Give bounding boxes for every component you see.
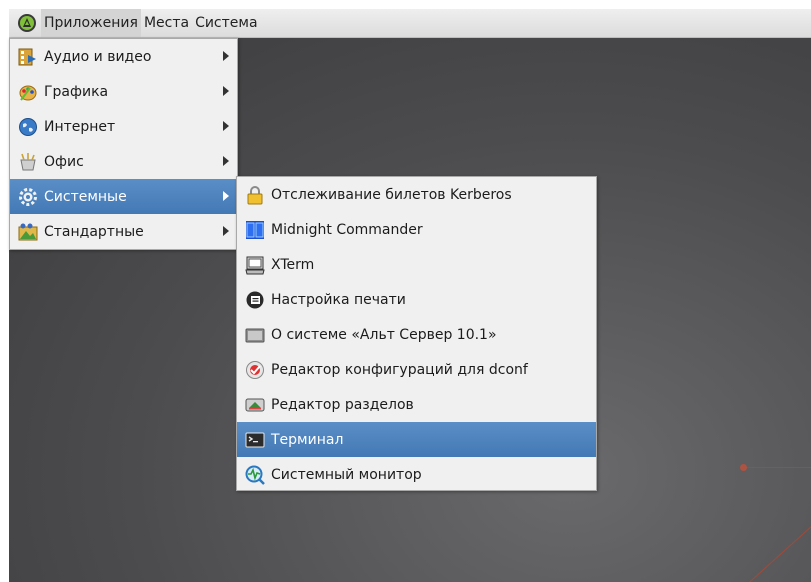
menu-item-label: Офис [44, 153, 84, 170]
printer-settings-icon [246, 291, 264, 308]
menu-item-system[interactable]: Системные [10, 179, 237, 214]
graphics-icon [19, 85, 37, 101]
menu-item-label: Системный монитор [271, 466, 422, 483]
internet-globe-icon [19, 117, 37, 136]
menu-item-internet[interactable]: Интернет [10, 109, 237, 144]
submenu-arrow-icon [223, 121, 229, 131]
partition-editor-icon [245, 398, 265, 411]
menu-item-label: Редактор разделов [271, 396, 414, 413]
submenu-arrow-icon [223, 51, 229, 61]
applications-dropdown: Аудио и видео Графика Интернет Офис Сист… [9, 38, 238, 250]
menu-item-label: XTerm [271, 256, 315, 273]
submenu-item-system-monitor[interactable]: Системный монитор [237, 457, 596, 492]
submenu-item-midnight-commander[interactable]: Midnight Commander [237, 212, 596, 247]
menu-item-graphics[interactable]: Графика [10, 74, 237, 109]
alt-linux-logo-icon[interactable] [17, 13, 37, 33]
menu-item-label: Настройка печати [271, 291, 406, 308]
xterm-icon [245, 256, 265, 274]
accessories-icon [18, 223, 38, 240]
submenu-item-print-settings[interactable]: Настройка печати [237, 282, 596, 317]
menu-item-office[interactable]: Офис [10, 144, 237, 179]
menu-item-label: О системе «Альт Сервер 10.1» [271, 326, 497, 343]
submenu-item-partition-editor[interactable]: Редактор разделов [237, 387, 596, 422]
menu-item-label: Аудио и видео [44, 48, 152, 65]
menu-item-label: Интернет [44, 118, 116, 135]
menu-item-audio-video[interactable]: Аудио и видео [10, 39, 237, 74]
midnight-commander-icon [246, 220, 264, 239]
submenu-item-dconf-editor[interactable]: Редактор конфигураций для dconf [237, 352, 596, 387]
menu-item-label: Midnight Commander [271, 221, 423, 238]
system-menu[interactable]: Система [192, 9, 260, 37]
submenu-item-xterm[interactable]: XTerm [237, 247, 596, 282]
office-icon [20, 152, 36, 170]
decorative-line [749, 481, 811, 582]
top-panel: Приложения Места Система [9, 9, 811, 38]
submenu-arrow-icon [223, 156, 229, 166]
applications-menu[interactable]: Приложения [41, 9, 141, 37]
menu-item-label: Системные [44, 188, 127, 205]
menu-item-label: Редактор конфигураций для dconf [271, 361, 528, 378]
submenu-arrow-icon [223, 226, 229, 236]
menu-item-label: Отслеживание билетов Kerberos [271, 186, 512, 203]
lock-icon [247, 185, 263, 204]
system-gear-icon [19, 187, 37, 206]
decorative-line [744, 467, 811, 468]
menu-item-label: Графика [44, 83, 109, 100]
system-submenu: Отслеживание билетов Kerberos Midnight C… [236, 176, 597, 491]
about-system-icon [245, 328, 265, 342]
decorative-dot [740, 464, 747, 471]
submenu-arrow-icon [223, 86, 229, 96]
menu-item-label: Стандартные [44, 223, 144, 240]
menu-item-accessories[interactable]: Стандартные [10, 214, 237, 249]
menu-item-label: Терминал [271, 431, 344, 448]
submenu-item-about-system[interactable]: О системе «Альт Сервер 10.1» [237, 317, 596, 352]
dconf-editor-icon [246, 360, 264, 379]
system-monitor-icon [245, 465, 265, 485]
submenu-arrow-icon [223, 191, 229, 201]
submenu-item-kerberos[interactable]: Отслеживание билетов Kerberos [237, 177, 596, 212]
terminal-icon [245, 432, 265, 447]
places-menu[interactable]: Места [141, 9, 192, 37]
submenu-item-terminal[interactable]: Терминал [237, 422, 596, 457]
multimedia-icon [18, 48, 36, 65]
